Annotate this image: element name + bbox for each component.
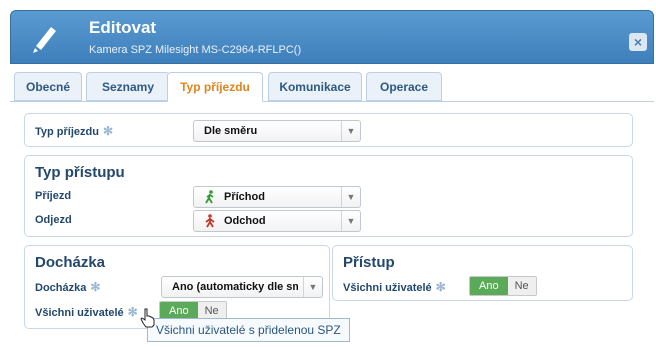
tab-typ-prijezdu[interactable]: Typ příjezdu [167, 72, 263, 102]
dialog-subtitle: Kamera SPZ Milesight MS-C2964-RFLPC() [89, 44, 302, 56]
chevron-down-icon: ▼ [341, 211, 360, 231]
typ-pristupu-group: Typ přístupu Příjezd Příchod ▼ Odjezd Od… [24, 155, 633, 237]
chevron-down-icon: ▼ [341, 187, 360, 207]
chevron-down-icon: ▼ [303, 277, 322, 297]
typ-prijezdu-label: Typ příjezdu ✻ [35, 124, 114, 138]
dialog-title: Editovat [89, 18, 157, 37]
tab-seznamy[interactable]: Seznamy [86, 72, 170, 101]
tab-operace[interactable]: Operace [366, 72, 442, 101]
typ-pristupu-title: Typ přístupu [35, 164, 125, 181]
dochazka-group: Docházka Docházka ✻ Ano (automaticky dle … [24, 245, 330, 329]
toggle-on[interactable]: Ano [470, 277, 508, 295]
odjezd-select[interactable]: Odchod ▼ [193, 210, 361, 232]
pencil-icon [33, 27, 56, 53]
dochazka-label: Docházka ✻ [35, 280, 101, 294]
pristup-vsichni-toggle[interactable]: Ano Ne [469, 276, 537, 296]
toggle-off[interactable]: Ne [507, 277, 536, 295]
tab-komunikace[interactable]: Komunikace [268, 72, 362, 101]
dochazka-title: Docházka [35, 254, 106, 271]
typ-prijezdu-group: Typ příjezdu ✻ Dle směru ▼ [24, 113, 633, 147]
dialog-header: Editovat Kamera SPZ Milesight MS-C2964-R… [10, 10, 654, 64]
pristup-vsichni-label: Všichni uživatelé ✻ [343, 280, 446, 294]
dochazka-select[interactable]: Ano (automaticky dle směru) ▼ [161, 276, 323, 298]
tab-obecne[interactable]: Obecné [14, 72, 82, 101]
required-icon: ✻ [127, 305, 138, 319]
prijezd-label: Příjezd [35, 190, 72, 202]
pristup-title: Přístup [343, 254, 395, 271]
walk-out-icon [205, 214, 215, 228]
chevron-down-icon: ▼ [341, 121, 360, 141]
required-icon: ✻ [435, 280, 446, 294]
tooltip: Všichni uživatelé s přidelenou SPZ [147, 318, 350, 342]
edit-dialog: Editovat Kamera SPZ Milesight MS-C2964-R… [0, 0, 656, 347]
odjezd-label: Odjezd [35, 214, 72, 226]
dochazka-vsichni-label: Všichni uživatelé ✻ [35, 305, 138, 319]
typ-prijezdu-select[interactable]: Dle směru ▼ [193, 120, 361, 142]
tab-bar: Obecné Seznamy Typ příjezdu Komunikace O… [10, 64, 654, 102]
required-icon: ✻ [90, 280, 101, 294]
prijezd-select[interactable]: Příchod ▼ [193, 186, 361, 208]
pristup-group: Přístup Všichni uživatelé ✻ Ano Ne [332, 245, 633, 301]
hand-cursor-icon [140, 308, 155, 328]
close-icon[interactable]: × [629, 33, 647, 51]
required-icon: ✻ [102, 124, 114, 138]
walk-in-icon [205, 190, 214, 204]
